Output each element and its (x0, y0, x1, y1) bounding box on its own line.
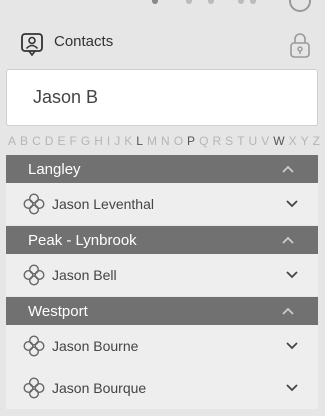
search-input[interactable] (8, 71, 316, 124)
alphabet-letter-p[interactable]: P (187, 134, 195, 150)
contact-group: Westport Jason Bourne Jason Bourque (6, 297, 318, 409)
contact-name: Jason Bourque (52, 380, 147, 396)
alphabet-letter-l[interactable]: L (136, 134, 143, 150)
contact-name: Jason Bourne (52, 338, 139, 354)
alphabet-letter-w[interactable]: W (273, 134, 284, 150)
lock-icon[interactable] (289, 31, 311, 59)
cut-off-icon (238, 0, 244, 4)
contact-item[interactable]: Jason Leventhal (6, 183, 318, 225)
alphabet-letter-t[interactable]: T (237, 134, 244, 150)
alphabet-letter-o[interactable]: O (174, 134, 183, 150)
alphabet-letter-a[interactable]: A (8, 134, 16, 150)
alphabet-letter-s[interactable]: S (225, 134, 233, 150)
alphabet-letter-v[interactable]: V (261, 134, 269, 150)
contact-name: Jason Leventhal (52, 196, 154, 212)
chevron-up-icon[interactable] (282, 306, 294, 316)
clover-icon (23, 335, 45, 357)
alphabet-letter-c[interactable]: C (32, 134, 41, 150)
chevron-up-icon[interactable] (282, 164, 294, 174)
contacts-header: Contacts (0, 22, 325, 66)
group-title: Westport (28, 303, 88, 320)
alphabet-letter-q[interactable]: Q (199, 134, 208, 150)
chevron-up-icon[interactable] (282, 235, 294, 245)
chevron-down-icon[interactable] (286, 199, 298, 209)
contact-group: Peak - Lynbrook Jason Bell (6, 226, 318, 296)
page-title: Contacts (54, 33, 114, 50)
contact-name: Jason Bell (52, 267, 117, 283)
top-cut-off-toolbar (0, 0, 325, 12)
alphabet-letter-k[interactable]: K (124, 134, 132, 150)
cut-off-icon (152, 0, 158, 4)
alphabet-letter-f[interactable]: F (69, 134, 76, 150)
alphabet-letter-x[interactable]: X (289, 134, 297, 150)
alphabet-letter-h[interactable]: H (94, 134, 103, 150)
alphabet-letter-n[interactable]: N (161, 134, 170, 150)
cut-off-icon (208, 0, 214, 4)
chevron-down-icon[interactable] (286, 270, 298, 280)
contact-item[interactable]: Jason Bell (6, 254, 318, 296)
alphabet-letter-z[interactable]: Z (313, 134, 320, 150)
contact-item[interactable]: Jason Bourque (6, 367, 318, 409)
clover-icon (23, 264, 45, 286)
clover-icon (23, 377, 45, 399)
chevron-down-icon[interactable] (286, 383, 298, 393)
cut-off-icon (186, 0, 192, 4)
search-box (6, 69, 318, 126)
alphabet-letter-e[interactable]: E (57, 134, 65, 150)
alphabet-letter-g[interactable]: G (81, 134, 90, 150)
alphabet-letter-j[interactable]: J (114, 134, 120, 150)
alphabet-letter-y[interactable]: Y (301, 134, 309, 150)
contact-item[interactable]: Jason Bourne (6, 325, 318, 367)
group-header[interactable]: Peak - Lynbrook (6, 226, 318, 254)
cut-off-icon (250, 0, 256, 4)
clover-icon (23, 193, 45, 215)
alphabet-letter-b[interactable]: B (20, 134, 28, 150)
group-header[interactable]: Langley (6, 155, 318, 183)
alphabet-index: ABCDEFGHIJKLMNOPQRSTUVWXYZ (8, 134, 320, 150)
contact-group: Langley Jason Leventhal (6, 155, 318, 225)
alphabet-letter-m[interactable]: M (147, 134, 157, 150)
chevron-down-icon[interactable] (286, 341, 298, 351)
contacts-icon (21, 33, 43, 56)
group-title: Langley (28, 161, 81, 178)
cut-off-circle-icon[interactable] (289, 0, 311, 12)
alphabet-letter-r[interactable]: R (212, 134, 221, 150)
alphabet-letter-u[interactable]: U (249, 134, 258, 150)
group-title: Peak - Lynbrook (28, 232, 137, 249)
alphabet-letter-d[interactable]: D (45, 134, 54, 150)
alphabet-letter-i[interactable]: I (107, 134, 110, 150)
group-header[interactable]: Westport (6, 297, 318, 325)
